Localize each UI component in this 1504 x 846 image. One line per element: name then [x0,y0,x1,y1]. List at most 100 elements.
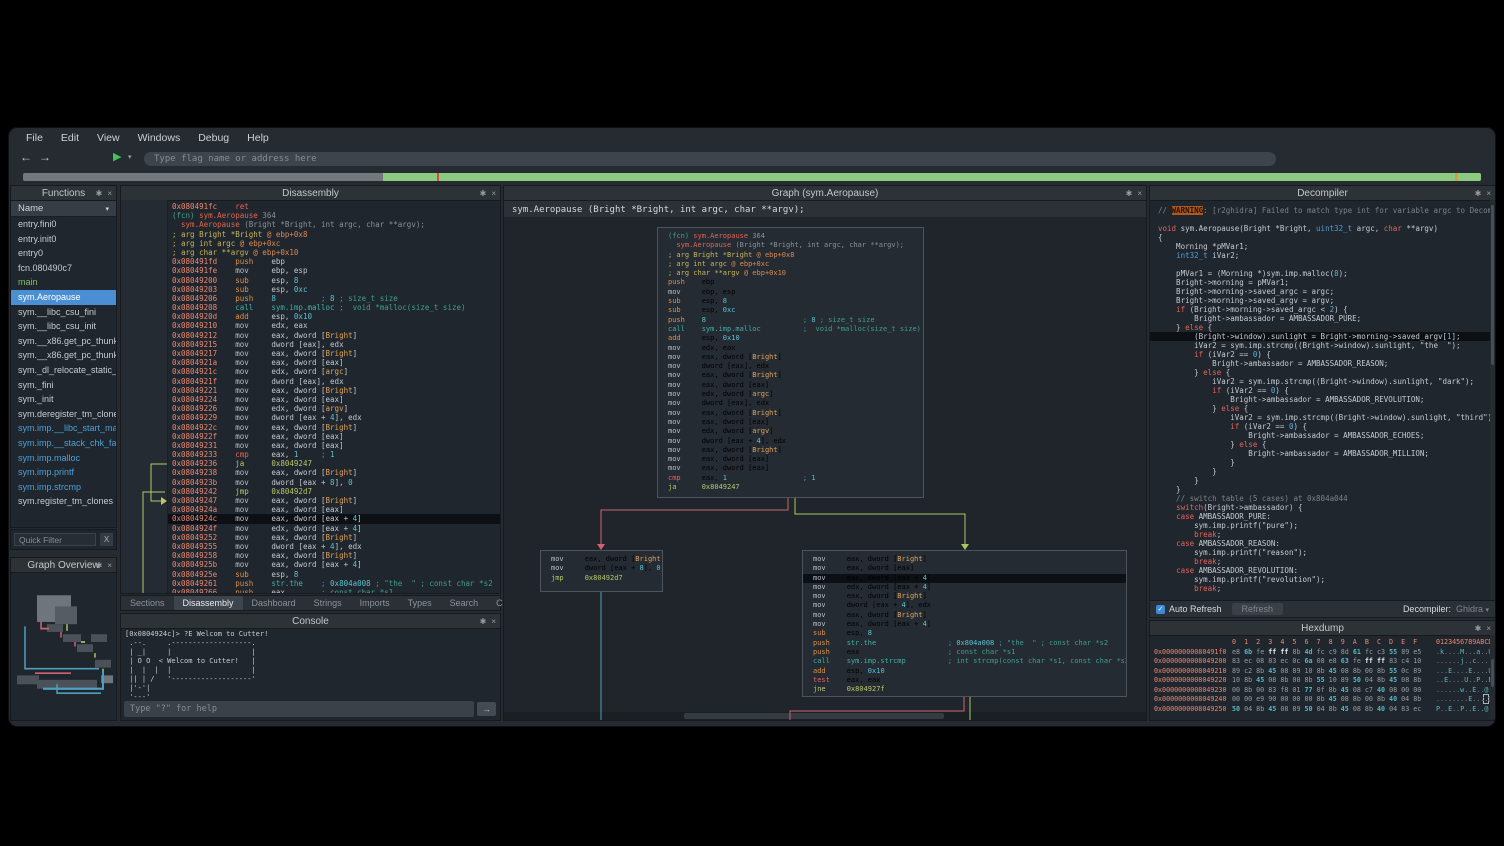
function-item[interactable]: sym._dl_relocate_static_pie [11,363,116,378]
graph-canvas[interactable]: (fcn) sym.Aeropause 364 sym.Aeropause (B… [504,217,1146,720]
disasm-line[interactable]: 0x08049255 mov dword [eax + 4], edx [168,542,500,551]
hexdump-scrollbar[interactable] [1490,635,1495,719]
disasm-line[interactable]: 0x08049231 mov eax, dword [eax] [168,441,500,450]
disasm-line[interactable]: 0x08049203 sub esp, 0xc [168,285,500,294]
forward-arrow-icon[interactable]: → [37,150,53,164]
disasm-line[interactable]: 0x08049206 push 8 ; 8 ; size_t size [168,294,500,303]
hexdump-row[interactable]: 0x000000000804922010 8b 45 08 8b 00 8b 5… [1154,676,1485,686]
disasm-line[interactable]: 0x08049217 mov eax, dword [Bright] [168,349,500,358]
tab-imports[interactable]: Imports [351,596,399,610]
hexdump-row[interactable]: 0x00000000080491f0e8 6b fe ff ff 8b 4d f… [1154,648,1485,658]
function-item[interactable]: sym.imp.strcmp [11,480,116,495]
disasm-line[interactable]: 0x080491fe mov ebp, esp [168,266,500,275]
back-arrow-icon[interactable]: ← [18,150,34,164]
close-icon[interactable]: × [491,617,496,626]
disasm-line[interactable]: 0x08049236 ja 0x8049247 [168,459,500,468]
tab-disassembly[interactable]: Disassembly [174,596,243,610]
disasm-line[interactable]: 0x08049238 mov eax, dword [Bright] [168,468,500,477]
gear-icon[interactable]: ✱ [96,189,103,198]
tab-sections[interactable]: Sections [121,596,174,610]
close-icon[interactable]: × [1137,189,1142,198]
disasm-line[interactable]: ; arg int argc @ ebp+0xc [168,239,500,248]
function-item[interactable]: sym.imp.malloc [11,451,116,466]
hexdump-row[interactable]: 0x000000000804923000 8b 00 83 f8 01 77 0… [1154,686,1485,696]
filter-clear-button[interactable]: X [100,533,113,546]
disasm-line[interactable]: ; arg char **argv @ ebp+0x10 [168,248,500,257]
disasm-line[interactable]: 0x0804924c mov eax, dword [eax + 4] [168,514,500,523]
function-item[interactable]: sym.__x86.get_pc_thunk.bx [11,348,116,363]
disasm-line[interactable]: 0x08049226 mov edx, dword [argv] [168,404,500,413]
tab-types[interactable]: Types [399,596,441,610]
disasm-line[interactable]: 0x08049229 mov dword [eax + 4], edx [168,413,500,422]
gear-icon[interactable]: ✱ [480,617,487,626]
disasm-line[interactable]: 0x08049258 mov eax, dword [Bright] [168,551,500,560]
function-item[interactable]: sym._init [11,392,116,407]
disasm-line[interactable]: 0x08049261 push str.the ; 0x804a008 ; "t… [168,579,500,588]
disasm-line[interactable]: 0x08049252 mov eax, dword [Bright] [168,533,500,542]
address-seekbar[interactable] [23,173,1481,181]
disasm-line[interactable]: 0x0804925e sub esp, 8 [168,570,500,579]
menu-file[interactable]: File [17,132,52,144]
disasm-line[interactable]: 0x0804923b mov dword [eax + 8], 0 [168,478,500,487]
function-item[interactable]: sym.Aeropause [11,290,116,305]
disasm-line[interactable]: 0x080491fd push ebp [168,257,500,266]
disasm-line[interactable]: 0x08049221 mov eax, dword [Bright] [168,386,500,395]
disasm-line[interactable]: 0x08049266 push eax ; const char *s1 [168,588,500,594]
close-icon[interactable]: × [1486,624,1491,633]
menu-edit[interactable]: Edit [52,132,88,144]
disasm-line[interactable]: 0x08049242 jmp 0x80492d7 [168,487,500,496]
hexdump-row[interactable]: 0x000000000804924000 00 e9 90 00 00 00 8… [1154,695,1485,705]
disasm-line[interactable]: 0x0804924a mov eax, dword [eax] [168,505,500,514]
hexdump-row[interactable]: 0x000000000804921089 c2 8b 45 08 89 10 8… [1154,667,1485,677]
function-item[interactable]: entry.init0 [11,232,116,247]
disasm-line[interactable]: 0x0804921a mov eax, dword [eax] [168,358,500,367]
hexdump-row[interactable]: 0x000000000804920083 ec 08 83 ec 0c 6a 0… [1154,657,1485,667]
omnibar-input[interactable] [144,152,1276,166]
menu-windows[interactable]: Windows [129,132,190,144]
close-icon[interactable]: × [107,561,112,570]
disasm-line[interactable]: 0x08049233 cmp eax, 1 ; 1 [168,450,500,459]
disasm-line[interactable]: ; arg Bright *Bright @ ebp+0x8 [168,230,500,239]
function-item[interactable]: sym.imp.__stack_chk_fail [11,436,116,451]
disasm-line[interactable]: 0x0804921c mov edx, dword [argc] [168,367,500,376]
function-item[interactable]: sym.register_tm_clones [11,494,116,509]
disasm-line[interactable]: 0x0804921f mov dword [eax], edx [168,377,500,386]
disasm-line[interactable]: 0x0804922c mov eax, dword [Bright] [168,423,500,432]
disasm-line[interactable]: 0x08049208 call sym.imp.malloc ; void *m… [168,303,500,312]
tab-dashboard[interactable]: Dashboard [243,596,305,610]
function-item[interactable]: entry0 [11,246,116,261]
menu-help[interactable]: Help [238,132,278,144]
quick-filter-input[interactable] [14,533,96,546]
function-item[interactable]: sym.imp.__libc_start_main [11,421,116,436]
close-icon[interactable]: × [1486,189,1491,198]
gear-icon[interactable]: ✱ [96,561,103,570]
graph-block-true-branch[interactable]: mov eax, dword [Bright]mov eax, dword [e… [802,550,1127,697]
function-item[interactable]: sym.__x86.get_pc_thunk.bp [11,334,116,349]
function-item[interactable]: main [11,275,116,290]
menu-debug[interactable]: Debug [189,132,238,144]
function-item[interactable]: entry.fini0 [11,217,116,232]
function-item[interactable]: sym.imp.printf [11,465,116,480]
function-item[interactable]: fcn.080490c7 [11,261,116,276]
disasm-line[interactable]: sym.Aeropause (Bright *Bright, int argc,… [168,220,500,229]
graph-minimap[interactable] [11,573,116,721]
function-item[interactable]: sym.deregister_tm_clones [11,407,116,422]
play-caret-icon[interactable]: ▾ [128,153,132,161]
functions-sort-header[interactable]: Name ▾ [11,201,116,217]
disasm-line[interactable]: (fcn) sym.Aeropause 364 [168,211,500,220]
refresh-button[interactable]: Refresh [1232,603,1284,615]
disasm-line[interactable]: 0x08049200 sub esp, 8 [168,276,500,285]
disasm-line[interactable]: 0x08049212 mov eax, dword [Bright] [168,331,500,340]
tab-strings[interactable]: Strings [305,596,351,610]
debug-play-icon[interactable]: ▶ [113,150,121,163]
gear-icon[interactable]: ✱ [1475,189,1482,198]
console-input[interactable] [124,701,474,717]
disasm-line[interactable]: 0x08049224 mov eax, dword [eax] [168,395,500,404]
decompiler-scrollbar[interactable] [1490,200,1495,601]
close-icon[interactable]: × [491,189,496,198]
tab-search[interactable]: Search [441,596,488,610]
console-send-button[interactable]: → [477,702,496,716]
menu-view[interactable]: View [88,132,129,144]
function-item[interactable]: sym.__libc_csu_init [11,319,116,334]
gear-icon[interactable]: ✱ [1126,189,1133,198]
